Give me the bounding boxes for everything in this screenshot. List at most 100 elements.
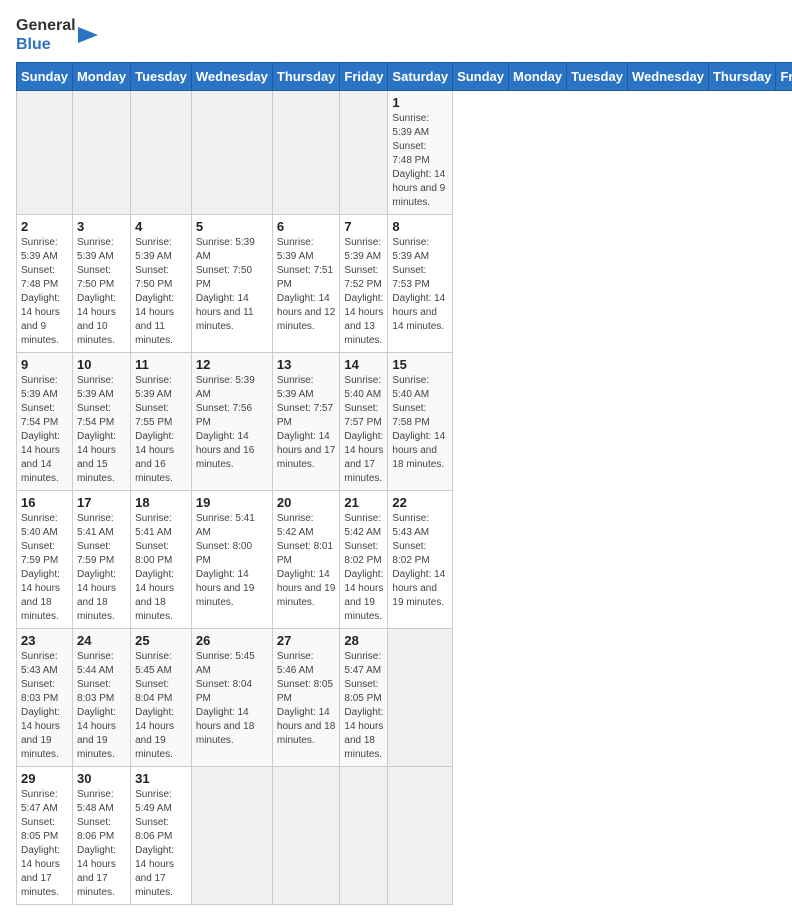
calendar-cell: 23 Sunrise: 5:43 AMSunset: 8:03 PMDayligh… — [17, 629, 73, 767]
calendar-cell — [272, 91, 340, 215]
logo-wrapper: GeneralBlue — [16, 16, 98, 54]
day-info: Sunrise: 5:39 AMSunset: 7:56 PMDaylight:… — [196, 374, 268, 472]
day-info: Sunrise: 5:47 AMSunset: 8:05 PMDaylight:… — [21, 788, 68, 900]
calendar-cell — [17, 91, 73, 215]
weekday-header-monday: Monday — [509, 63, 567, 91]
page-header: GeneralBlue — [16, 16, 776, 54]
day-number: 16 — [21, 495, 68, 510]
day-number: 30 — [77, 771, 126, 786]
day-info: Sunrise: 5:40 AMSunset: 7:59 PMDaylight:… — [21, 512, 68, 624]
calendar-cell: 25 Sunrise: 5:45 AMSunset: 8:04 PMDayligh… — [131, 629, 192, 767]
calendar-week-row: 1 Sunrise: 5:39 AMSunset: 7:48 PMDaylight… — [17, 91, 792, 215]
day-number: 31 — [135, 771, 187, 786]
calendar-cell: 30Sunrise: 5:48 AMSunset: 8:06 PMDayligh… — [72, 767, 130, 905]
day-info: Sunrise: 5:40 AMSunset: 7:58 PMDaylight:… — [392, 374, 448, 472]
day-info: Sunrise: 5:43 AMSunset: 8:02 PMDaylight:… — [392, 512, 448, 610]
day-number: 25 — [135, 633, 187, 648]
calendar-cell: 27 Sunrise: 5:46 AMSunset: 8:05 PMDayligh… — [272, 629, 340, 767]
day-info: Sunrise: 5:47 AMSunset: 8:05 PMDaylight:… — [344, 650, 383, 762]
day-number: 22 — [392, 495, 448, 510]
calendar-cell: 21Sunrise: 5:42 AMSunset: 8:02 PMDayligh… — [340, 491, 388, 629]
day-info: Sunrise: 5:46 AMSunset: 8:05 PMDaylight:… — [277, 650, 336, 748]
calendar-cell: 13Sunrise: 5:39 AMSunset: 7:57 PMDayligh… — [272, 353, 340, 491]
day-of-week-tuesday: Tuesday — [131, 63, 192, 91]
calendar-cell: 10 Sunrise: 5:39 AMSunset: 7:54 PMDayligh… — [72, 353, 130, 491]
day-number: 9 — [21, 357, 68, 372]
calendar-week-row: 23 Sunrise: 5:43 AMSunset: 8:03 PMDayligh… — [17, 629, 792, 767]
calendar-cell: 16 Sunrise: 5:40 AMSunset: 7:59 PMDayligh… — [17, 491, 73, 629]
calendar-cell — [191, 767, 272, 905]
day-info: Sunrise: 5:39 AMSunset: 7:54 PMDaylight:… — [77, 374, 126, 486]
day-number: 3 — [77, 219, 126, 234]
day-info: Sunrise: 5:39 AMSunset: 7:53 PMDaylight:… — [392, 236, 448, 334]
day-number: 4 — [135, 219, 187, 234]
calendar-week-row: 2Sunrise: 5:39 AMSunset: 7:48 PMDaylight… — [17, 215, 792, 353]
day-of-week-monday: Monday — [72, 63, 130, 91]
calendar-cell — [72, 91, 130, 215]
calendar-cell: 29 Sunrise: 5:47 AMSunset: 8:05 PMDayligh… — [17, 767, 73, 905]
calendar-cell — [191, 91, 272, 215]
day-number: 20 — [277, 495, 336, 510]
day-number: 19 — [196, 495, 268, 510]
day-info: Sunrise: 5:39 AMSunset: 7:48 PMDaylight:… — [21, 236, 68, 348]
calendar-cell: 6Sunrise: 5:39 AMSunset: 7:51 PMDaylight… — [272, 215, 340, 353]
day-number: 24 — [77, 633, 126, 648]
day-info: Sunrise: 5:39 AMSunset: 7:52 PMDaylight:… — [344, 236, 383, 348]
day-number: 21 — [344, 495, 383, 510]
day-of-week-saturday: Saturday — [388, 63, 453, 91]
day-info: Sunrise: 5:39 AMSunset: 7:48 PMDaylight:… — [392, 112, 448, 210]
weekday-header-tuesday: Tuesday — [567, 63, 628, 91]
calendar-cell: 26Sunrise: 5:45 AMSunset: 8:04 PMDayligh… — [191, 629, 272, 767]
day-info: Sunrise: 5:39 AMSunset: 7:50 PMDaylight:… — [135, 236, 187, 348]
day-info: Sunrise: 5:41 AMSunset: 8:00 PMDaylight:… — [196, 512, 268, 610]
day-number: 14 — [344, 357, 383, 372]
day-info: Sunrise: 5:39 AMSunset: 7:50 PMDaylight:… — [196, 236, 268, 334]
calendar-cell: 8Sunrise: 5:39 AMSunset: 7:53 PMDaylight… — [388, 215, 453, 353]
day-info: Sunrise: 5:41 AMSunset: 7:59 PMDaylight:… — [77, 512, 126, 624]
calendar-cell: 22 Sunrise: 5:43 AMSunset: 8:02 PMDayligh… — [388, 491, 453, 629]
calendar-cell — [340, 91, 388, 215]
day-info: Sunrise: 5:45 AMSunset: 8:04 PMDaylight:… — [196, 650, 268, 748]
day-info: Sunrise: 5:40 AMSunset: 7:57 PMDaylight:… — [344, 374, 383, 486]
calendar-cell: 12 Sunrise: 5:39 AMSunset: 7:56 PMDayligh… — [191, 353, 272, 491]
weekday-header-wednesday: Wednesday — [627, 63, 708, 91]
calendar-cell: 20 Sunrise: 5:42 AMSunset: 8:01 PMDayligh… — [272, 491, 340, 629]
calendar-week-row: 16 Sunrise: 5:40 AMSunset: 7:59 PMDayligh… — [17, 491, 792, 629]
calendar-cell — [131, 91, 192, 215]
day-info: Sunrise: 5:45 AMSunset: 8:04 PMDaylight:… — [135, 650, 187, 762]
calendar-cell: 24Sunrise: 5:44 AMSunset: 8:03 PMDayligh… — [72, 629, 130, 767]
calendar-cell: 31Sunrise: 5:49 AMSunset: 8:06 PMDayligh… — [131, 767, 192, 905]
calendar-cell: 19 Sunrise: 5:41 AMSunset: 8:00 PMDayligh… — [191, 491, 272, 629]
calendar-cell: 15 Sunrise: 5:40 AMSunset: 7:58 PMDayligh… — [388, 353, 453, 491]
day-number: 27 — [277, 633, 336, 648]
calendar-cell — [388, 629, 453, 767]
calendar-week-row: 9 Sunrise: 5:39 AMSunset: 7:54 PMDaylight… — [17, 353, 792, 491]
day-info: Sunrise: 5:42 AMSunset: 8:01 PMDaylight:… — [277, 512, 336, 610]
logo: GeneralBlue — [16, 16, 98, 54]
calendar-cell: 18Sunrise: 5:41 AMSunset: 8:00 PMDayligh… — [131, 491, 192, 629]
day-number: 17 — [77, 495, 126, 510]
day-number: 5 — [196, 219, 268, 234]
day-number: 11 — [135, 357, 187, 372]
day-number: 6 — [277, 219, 336, 234]
day-number: 15 — [392, 357, 448, 372]
calendar-cell: 9Sunrise: 5:39 AMSunset: 7:54 PMDaylight… — [17, 353, 73, 491]
calendar-cell — [272, 767, 340, 905]
calendar-cell — [388, 767, 453, 905]
day-of-week-wednesday: Wednesday — [191, 63, 272, 91]
day-number: 12 — [196, 357, 268, 372]
calendar-header-row: SundayMondayTuesdayWednesdayThursdayFrid… — [17, 63, 792, 91]
calendar-cell: 11 Sunrise: 5:39 AMSunset: 7:55 PMDayligh… — [131, 353, 192, 491]
day-of-week-friday: Friday — [340, 63, 388, 91]
day-number: 10 — [77, 357, 126, 372]
day-number: 1 — [392, 95, 448, 110]
day-info: Sunrise: 5:43 AMSunset: 8:03 PMDaylight:… — [21, 650, 68, 762]
day-of-week-thursday: Thursday — [272, 63, 340, 91]
day-info: Sunrise: 5:39 AMSunset: 7:55 PMDaylight:… — [135, 374, 187, 486]
day-number: 29 — [21, 771, 68, 786]
day-number: 23 — [21, 633, 68, 648]
day-info: Sunrise: 5:39 AMSunset: 7:50 PMDaylight:… — [77, 236, 126, 348]
weekday-header-thursday: Thursday — [708, 63, 776, 91]
logo-triangle-icon — [78, 19, 98, 51]
day-of-week-sunday: Sunday — [17, 63, 73, 91]
